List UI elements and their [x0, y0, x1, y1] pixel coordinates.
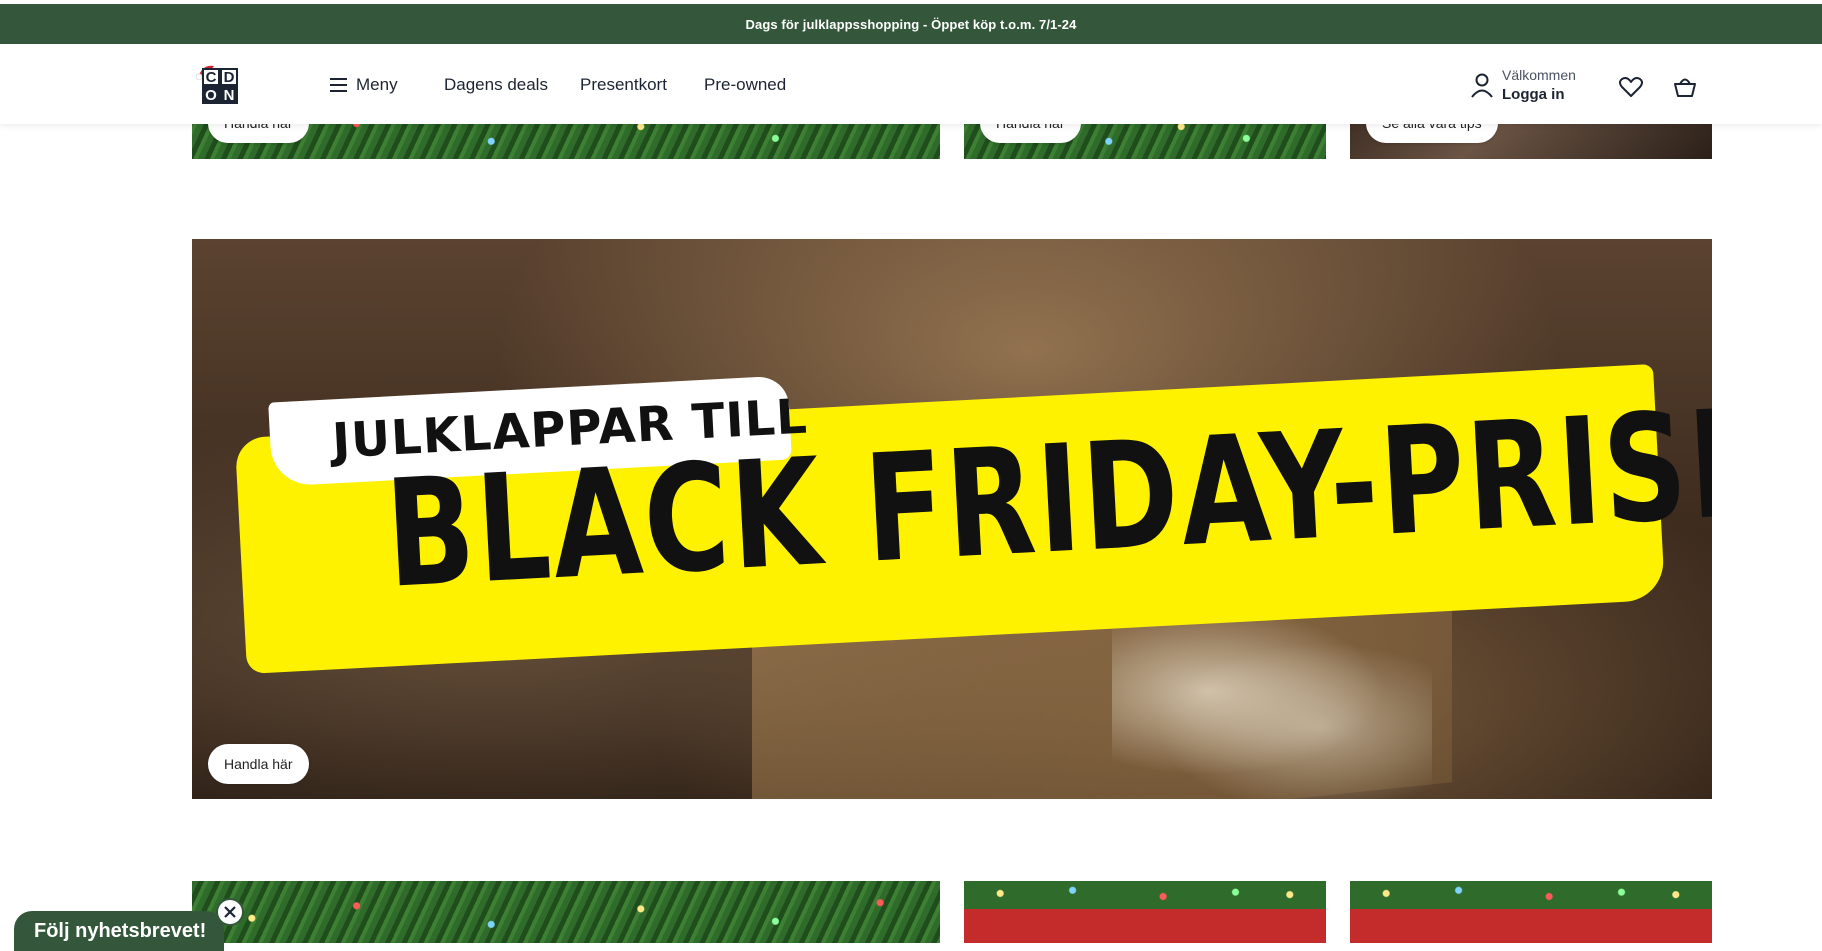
heart-icon[interactable]: [1618, 74, 1644, 100]
promo-tile-bottom-middle[interactable]: [964, 881, 1326, 943]
nav-gift-cards[interactable]: Presentkort: [580, 72, 667, 98]
close-icon: [224, 906, 236, 918]
nav-pre-owned[interactable]: Pre-owned: [704, 72, 786, 98]
logo-letter: C: [202, 68, 220, 86]
hamburger-icon: [330, 78, 347, 92]
hero-banner[interactable]: JULKLAPPAR TILL BLACK FRIDAY-PRISER Hand…: [192, 239, 1712, 799]
ribbon-photo: [1112, 619, 1432, 799]
shop-here-button[interactable]: Handla här: [208, 744, 309, 784]
newsletter-tab[interactable]: Följ nyhetsbrevet!: [14, 911, 224, 951]
close-newsletter-button[interactable]: [216, 898, 244, 926]
site-header: C D O N Meny Dagens deals Presentkort Pr…: [0, 44, 1822, 124]
logo-letter: O: [202, 86, 220, 104]
promo-bar: Dags för julklappsshopping - Öppet köp t…: [0, 4, 1822, 44]
login-link[interactable]: Logga in: [1502, 85, 1576, 104]
logo-letter: N: [220, 86, 238, 104]
nav-daily-deals[interactable]: Dagens deals: [444, 72, 548, 98]
basket-icon[interactable]: [1672, 74, 1698, 100]
promo-text: Dags för julklappsshopping - Öppet köp t…: [745, 16, 1077, 32]
newsletter-label: Följ nyhetsbrevet!: [34, 920, 207, 942]
cdon-logo[interactable]: C D O N: [196, 62, 242, 108]
user-icon: [1471, 73, 1493, 98]
logo-letter: D: [220, 68, 238, 86]
promo-tile-bottom-left[interactable]: [192, 881, 940, 943]
account-login[interactable]: Välkommen Logga in: [1470, 64, 1576, 106]
menu-label: Meny: [356, 75, 398, 94]
account-greeting: Välkommen: [1502, 67, 1576, 83]
menu-button[interactable]: Meny: [330, 72, 398, 98]
promo-tile-bottom-right[interactable]: [1350, 881, 1712, 943]
